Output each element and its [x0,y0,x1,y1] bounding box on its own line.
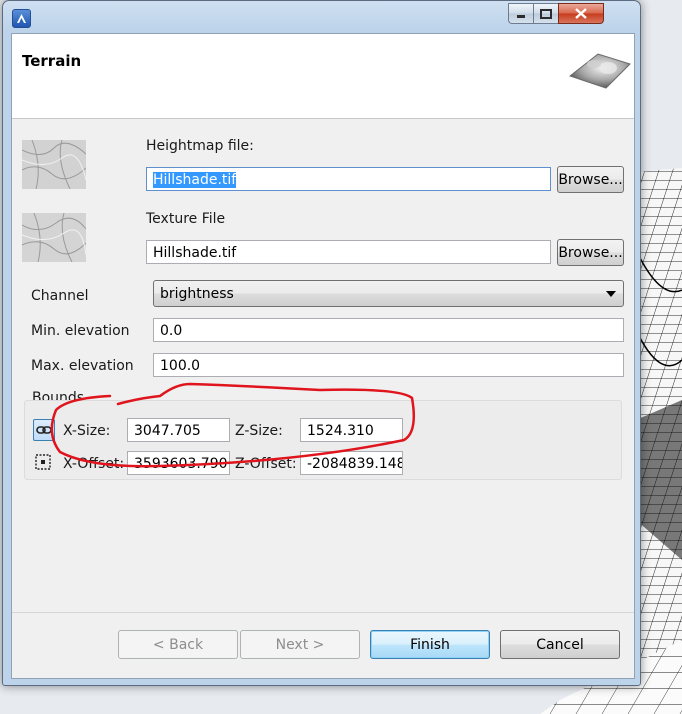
minimize-icon[interactable] [508,3,533,24]
heightmap-thumbnail [22,140,86,189]
x-size-label: X-Size: [63,423,111,439]
channel-select[interactable]: brightness [153,280,624,307]
heightmap-file-value: Hillshade.tif [153,172,237,188]
next-button[interactable]: Next > [240,630,360,659]
maximize-icon[interactable] [533,3,558,24]
form-panel: Heightmap file: Hillshade.tif Browse... … [12,120,634,608]
texture-thumbnail [22,213,86,262]
max-elevation-label: Max. elevation [31,358,134,374]
bounds-group: X-Size: 3047.705 Z-Size: 1524.310 X-Offs… [24,400,622,480]
heightmap-file-label: Heightmap file: [146,138,254,154]
cancel-button[interactable]: Cancel [500,630,620,659]
back-button[interactable]: < Back [118,630,238,659]
z-offset-label: Z-Offset: [235,456,297,472]
z-size-label: Z-Size: [235,423,283,439]
max-elevation-input[interactable]: 100.0 [153,353,624,377]
grid-icon[interactable] [33,452,55,474]
min-elevation-input[interactable]: 0.0 [153,318,624,342]
x-offset-label: X-Offset: [63,456,125,472]
texture-file-input[interactable]: Hillshade.tif [146,240,551,264]
app-logo-icon [12,9,31,28]
heightmap-browse-button[interactable]: Browse... [557,166,624,193]
texture-browse-button[interactable]: Browse... [557,239,624,266]
footer-separator [12,612,634,613]
z-offset-input[interactable]: -2084839.148 [300,451,403,475]
terrain-dialog-window: Terrain Heightmap file: Hillshade.tif Br… [2,0,641,686]
heightmap-file-input[interactable]: Hillshade.tif [146,167,551,191]
dialog-content: Terrain Heightmap file: Hillshade.tif Br… [11,33,635,679]
channel-selected-value: brightness [160,286,234,302]
x-size-input[interactable]: 3047.705 [127,418,230,442]
link-icon[interactable] [33,419,55,441]
texture-file-label: Texture File [146,211,226,227]
page-title: Terrain [22,52,82,70]
window-controls [508,3,604,24]
finish-button[interactable]: Finish [370,630,490,659]
channel-label: Channel [31,288,89,304]
wizard-header: Terrain [12,34,634,119]
x-offset-input[interactable]: 3593603.790 [127,451,230,475]
z-size-input[interactable]: 1524.310 [300,418,403,442]
chevron-down-icon [606,291,616,297]
close-icon[interactable] [558,3,604,24]
terrain-preview-icon [568,53,631,89]
min-elevation-label: Min. elevation [31,323,130,339]
